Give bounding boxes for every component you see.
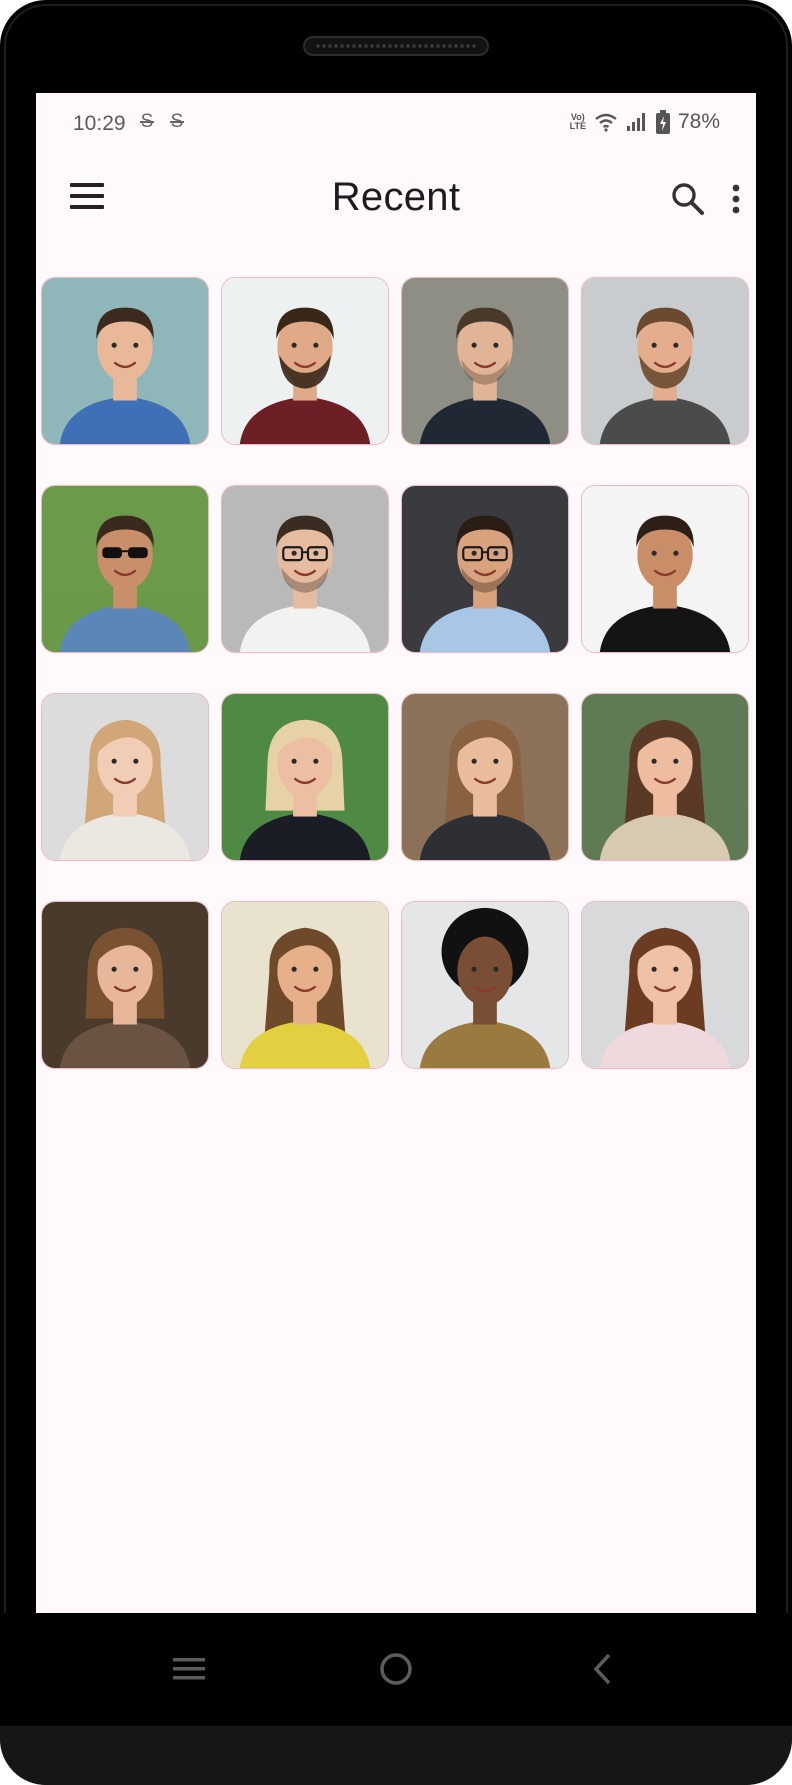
photo-thumbnail[interactable] — [581, 485, 749, 653]
more-vert-icon[interactable] — [726, 179, 746, 219]
photo-thumbnail[interactable] — [221, 485, 389, 653]
photo-thumbnail[interactable] — [41, 693, 209, 861]
home-icon[interactable] — [368, 1641, 424, 1697]
photo-thumbnail[interactable] — [581, 693, 749, 861]
signal-icon — [626, 113, 645, 131]
photo-thumbnail[interactable] — [41, 485, 209, 653]
portrait-image — [582, 694, 748, 860]
status-indicators: Vo) LTE 78% — [570, 109, 720, 135]
battery-percent: 78% — [677, 110, 720, 133]
portrait-image — [42, 694, 208, 860]
volte-icon: Vo) LTE — [569, 112, 586, 131]
portrait-image — [222, 902, 388, 1068]
status-time: 10:29 — [73, 112, 126, 135]
photo-thumbnail[interactable] — [581, 277, 749, 445]
portrait-image — [222, 486, 388, 652]
portrait-image — [582, 486, 748, 652]
portrait-image — [402, 486, 568, 652]
status-bar: 10:29 S S Vo) LTE 78% — [36, 93, 756, 153]
top-app-bar: Recent — [36, 153, 756, 239]
earpiece-speaker — [303, 36, 489, 56]
system-navigation-bar — [0, 1613, 792, 1726]
battery-charging-icon — [655, 110, 670, 134]
s-notification-icon: S — [170, 111, 184, 132]
photo-thumbnail[interactable] — [581, 901, 749, 1069]
photo-thumbnail[interactable] — [401, 277, 569, 445]
phone-frame: 10:29 S S Vo) LTE 78% Recent — [0, 0, 792, 1785]
portrait-image — [42, 902, 208, 1068]
portrait-image — [402, 694, 568, 860]
search-icon[interactable] — [668, 179, 708, 219]
photo-thumbnail[interactable] — [401, 485, 569, 653]
back-icon[interactable] — [576, 1641, 632, 1697]
photo-thumbnail[interactable] — [221, 693, 389, 861]
photo-thumbnail[interactable] — [401, 693, 569, 861]
portrait-image — [42, 486, 208, 652]
portrait-image — [222, 278, 388, 444]
recent-apps-icon[interactable] — [161, 1641, 217, 1697]
portrait-image — [582, 278, 748, 444]
app-screen: 10:29 S S Vo) LTE 78% Recent — [36, 93, 756, 1613]
portrait-image — [42, 278, 208, 444]
photo-thumbnail[interactable] — [41, 277, 209, 445]
portrait-image — [222, 694, 388, 860]
wifi-icon — [595, 113, 617, 132]
portrait-image — [582, 902, 748, 1068]
portrait-image — [402, 278, 568, 444]
photo-thumbnail[interactable] — [221, 901, 389, 1069]
photo-thumbnail[interactable] — [221, 277, 389, 445]
page-title: Recent — [331, 175, 461, 219]
phone-chin — [0, 1726, 792, 1785]
portrait-image — [402, 902, 568, 1068]
s-notification-icon: S — [140, 111, 154, 132]
photo-thumbnail[interactable] — [401, 901, 569, 1069]
photo-thumbnail[interactable] — [41, 901, 209, 1069]
